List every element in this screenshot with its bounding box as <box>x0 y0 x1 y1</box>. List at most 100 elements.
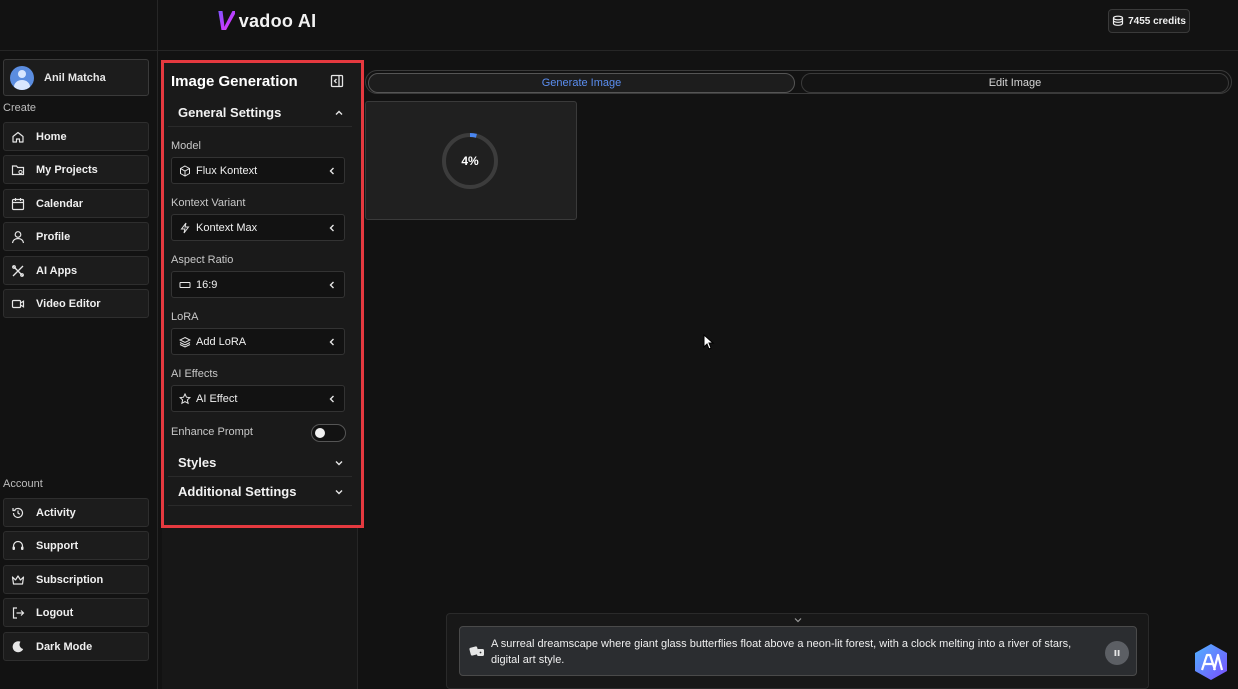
model-label: Model <box>171 140 201 152</box>
general-settings-toggle[interactable]: General Settings <box>168 99 352 127</box>
sidebar-item-label: Video Editor <box>36 297 101 310</box>
sidebar-item-label: Dark Mode <box>36 640 93 653</box>
lora-select[interactable]: Add LoRA <box>171 328 345 355</box>
chevron-left-icon <box>329 224 334 232</box>
sidebar-item-video-editor[interactable]: Video Editor <box>3 289 149 318</box>
ai-effects-value: AI Effect <box>196 392 238 405</box>
generation-card: 4% <box>365 101 577 220</box>
sidebar-item-label: Logout <box>36 606 74 619</box>
sidebar-item-label: Activity <box>36 506 76 519</box>
tools-icon <box>12 264 24 277</box>
avatar <box>10 65 34 90</box>
image-generation-panel: Image Generation General Settings Model … <box>161 60 364 528</box>
dice-icon[interactable] <box>469 644 485 658</box>
sidebar-item-activity[interactable]: Activity <box>3 498 149 527</box>
chevron-left-icon <box>329 281 334 289</box>
tab-generate-image[interactable]: Generate Image <box>368 73 795 93</box>
user-name: Anil Matcha <box>44 71 106 84</box>
enhance-prompt-toggle[interactable] <box>311 424 346 442</box>
styles-toggle[interactable]: Styles <box>168 449 352 477</box>
collapse-panel-icon[interactable] <box>330 74 344 88</box>
sidebar-item-label: Profile <box>36 230 71 243</box>
star-icon <box>179 392 191 404</box>
sidebar-item-home[interactable]: Home <box>3 122 149 151</box>
logo-mark: V <box>216 5 235 36</box>
crown-icon <box>11 574 25 585</box>
styles-label: Styles <box>178 455 217 470</box>
sidebar-item-label: Home <box>36 130 67 143</box>
chevron-down-icon[interactable] <box>793 616 803 624</box>
assistant-logo-icon[interactable] <box>1192 643 1230 681</box>
video-editor-icon <box>11 299 25 308</box>
kontext-variant-select[interactable]: Kontext Max <box>171 214 345 241</box>
lora-label: LoRA <box>171 311 199 323</box>
kontext-variant-value: Kontext Max <box>196 221 258 234</box>
lora-value: Add LoRA <box>196 335 247 348</box>
user-profile-button[interactable]: Anil Matcha <box>3 59 149 96</box>
sidebar-item-calendar[interactable]: Calendar <box>3 189 149 218</box>
home-icon <box>12 131 24 143</box>
general-settings-label: General Settings <box>178 105 282 120</box>
kontext-variant-label: Kontext Variant <box>171 197 246 209</box>
chevron-left-icon <box>329 167 334 175</box>
aspect-ratio-select[interactable]: 16:9 <box>171 271 345 298</box>
enhance-prompt-label: Enhance Prompt <box>171 426 253 438</box>
panel-title: Image Generation <box>171 73 298 90</box>
logo-text: vadoo AI <box>238 10 317 31</box>
mouse-cursor-icon <box>703 334 715 350</box>
moon-icon <box>12 640 24 652</box>
tab-edit-image[interactable]: Edit Image <box>801 73 1229 93</box>
top-bar: V vadoo AI 7455 credits <box>0 0 1238 51</box>
create-section-label: Create <box>3 102 37 114</box>
credits-count: 7455 credits <box>1128 15 1186 27</box>
sidebar-item-dark-mode[interactable]: Dark Mode <box>3 632 149 661</box>
sidebar-item-label: Subscription <box>36 573 104 586</box>
chevron-left-icon <box>329 338 334 346</box>
folder-icon <box>11 164 25 175</box>
chevron-left-icon <box>329 395 334 403</box>
pause-icon <box>1114 650 1120 656</box>
prompt-field[interactable]: A surreal dreamscape where giant glass b… <box>459 626 1137 676</box>
account-section-label: Account <box>3 478 43 490</box>
chevron-down-icon <box>335 460 343 465</box>
ai-effects-label: AI Effects <box>171 368 218 380</box>
aspect-ratio-label: Aspect Ratio <box>171 254 234 266</box>
sidebar-item-label: Calendar <box>36 197 84 210</box>
lightning-icon <box>180 222 190 233</box>
additional-settings-toggle[interactable]: Additional Settings <box>168 478 352 506</box>
user-icon <box>11 230 25 243</box>
prompt-text: A surreal dreamscape where giant glass b… <box>491 638 1072 666</box>
coins-icon <box>1112 15 1124 26</box>
sidebar-item-profile[interactable]: Profile <box>3 222 149 251</box>
sidebar-item-subscription[interactable]: Subscription <box>3 565 149 594</box>
chevron-up-icon <box>335 110 343 115</box>
additional-settings-label: Additional Settings <box>178 484 297 499</box>
sidebar-item-label: My Projects <box>36 163 98 176</box>
sidebar-item-ai-apps[interactable]: AI Apps <box>3 256 149 285</box>
progress-ring: 4% <box>441 132 499 190</box>
chevron-down-icon <box>335 489 343 494</box>
model-select[interactable]: Flux Kontext <box>171 157 345 184</box>
sidebar: Anil Matcha Create Home My Projects Cale… <box>0 0 158 689</box>
model-value: Flux Kontext <box>196 164 258 177</box>
vadoo-logo[interactable]: V vadoo AI <box>216 6 316 36</box>
ai-effects-select[interactable]: AI Effect <box>171 385 345 412</box>
pause-button[interactable] <box>1105 641 1129 665</box>
cube-icon <box>180 164 190 177</box>
mode-tabs: Generate Image Edit Image <box>365 70 1232 94</box>
sidebar-item-label: AI Apps <box>36 264 78 277</box>
sidebar-item-support[interactable]: Support <box>3 531 149 560</box>
history-icon <box>12 507 24 518</box>
sidebar-item-my-projects[interactable]: My Projects <box>3 155 149 184</box>
aspect-ratio-value: 16:9 <box>196 278 218 291</box>
sidebar-item-logout[interactable]: Logout <box>3 598 149 627</box>
progress-percent: 4% <box>461 154 479 168</box>
prompt-area: A surreal dreamscape where giant glass b… <box>446 613 1149 689</box>
calendar-icon <box>11 197 25 210</box>
rectangle-icon <box>179 281 191 288</box>
sidebar-item-label: Support <box>36 539 79 552</box>
headset-icon <box>12 540 24 550</box>
layers-icon <box>179 336 191 348</box>
credits-badge[interactable]: 7455 credits <box>1108 9 1190 33</box>
logout-icon <box>12 606 25 619</box>
